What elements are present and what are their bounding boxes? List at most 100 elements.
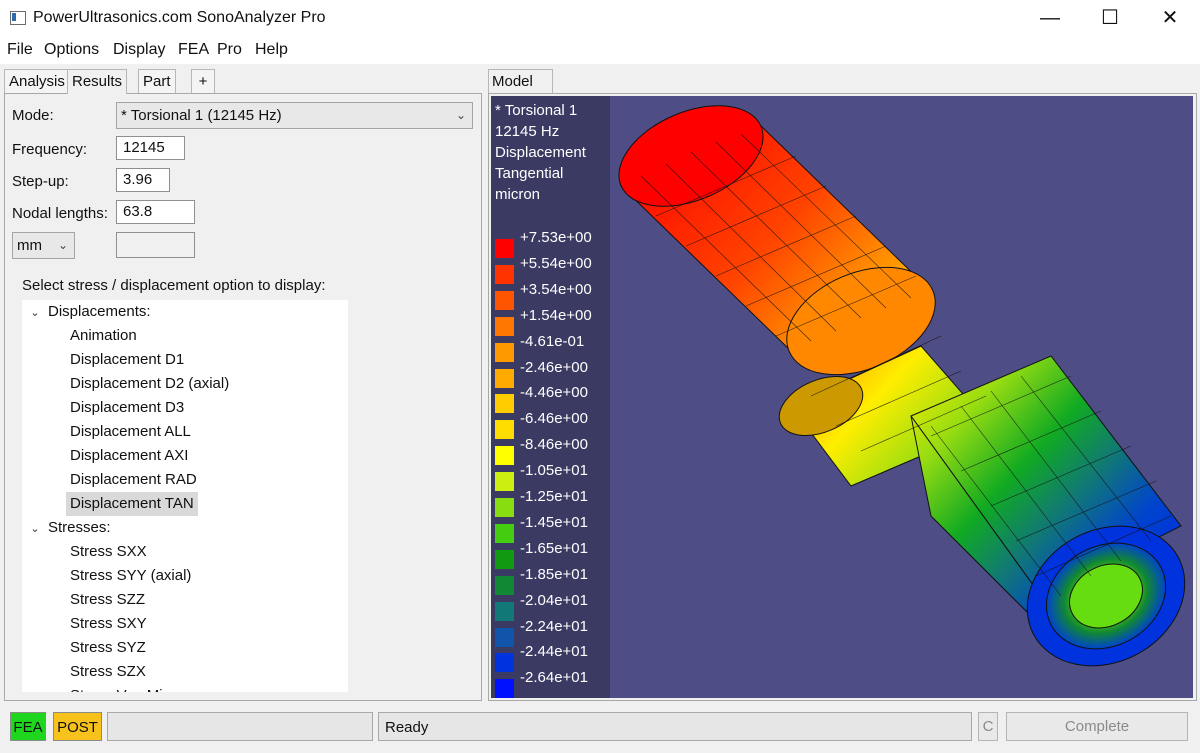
tab-results[interactable]: Results bbox=[67, 69, 128, 94]
minimize-button[interactable]: — bbox=[1020, 0, 1080, 36]
legend-swatch bbox=[495, 498, 514, 517]
tree-group-label: Stresses: bbox=[48, 519, 111, 536]
menu-options[interactable]: Options bbox=[44, 41, 99, 59]
legend-mode: * Torsional 1 bbox=[495, 102, 578, 119]
status-message: Ready bbox=[378, 712, 972, 741]
tree-item-stress-sxx[interactable]: Stress SXX bbox=[66, 540, 151, 564]
tree-item-stress-syy[interactable]: Stress SYY (axial) bbox=[66, 564, 195, 588]
legend-value: -1.65e+01 bbox=[520, 539, 588, 557]
complete-button[interactable]: Complete bbox=[1006, 712, 1188, 741]
legend-component: Tangential bbox=[495, 165, 564, 182]
menu-bar: File Options Display FEA Pro Help bbox=[0, 36, 1200, 64]
tree-item-stress-syz[interactable]: Stress SYZ bbox=[66, 636, 150, 660]
nodal-lengths-field[interactable]: 63.8 bbox=[116, 200, 195, 224]
tree-item-displacement-rad[interactable]: Displacement RAD bbox=[66, 468, 201, 492]
legend-quantity: Displacement bbox=[495, 144, 586, 161]
tree-item-stress-szx[interactable]: Stress SZX bbox=[66, 660, 150, 684]
tab-part-1[interactable]: Part 1 bbox=[138, 69, 176, 114]
legend-swatch bbox=[495, 368, 514, 388]
blank-field[interactable] bbox=[116, 232, 195, 258]
option-tree: ⌄ Displacements: Animation Displacement D… bbox=[22, 300, 348, 692]
mode-label: Mode: bbox=[12, 107, 54, 124]
status-bar: FEA POST Ready C Complete bbox=[0, 707, 1200, 753]
legend-swatch bbox=[495, 316, 514, 336]
fea-badge: FEA bbox=[10, 712, 46, 741]
legend-value: -2.46e+00 bbox=[520, 358, 588, 376]
legend-value: -1.05e+01 bbox=[520, 462, 588, 480]
option-prompt: Select stress / displacement option to d… bbox=[22, 277, 326, 294]
post-badge: POST bbox=[53, 712, 102, 741]
mode-select-value: * Torsional 1 (12145 Hz) bbox=[121, 107, 282, 124]
tab-analysis[interactable]: Analysis bbox=[4, 69, 70, 94]
tree-group-label: Displacements: bbox=[48, 303, 151, 320]
tree-group-displacements[interactable]: ⌄ Displacements: bbox=[22, 300, 151, 325]
chevron-down-icon: ⌄ bbox=[57, 238, 68, 252]
legend-value: -2.24e+01 bbox=[520, 617, 588, 635]
tree-item-displacement-d1[interactable]: Displacement D1 bbox=[66, 348, 188, 372]
title-bar: PowerUltrasonics.com SonoAnalyzer Pro — … bbox=[0, 0, 1200, 36]
legend-swatch bbox=[495, 342, 514, 362]
unit-select[interactable]: mm ⌄ bbox=[12, 232, 75, 259]
legend-swatch bbox=[495, 472, 514, 492]
legend-value: -1.25e+01 bbox=[520, 488, 588, 505]
close-button[interactable]: ✕ bbox=[1140, 0, 1200, 36]
tree-item-displacement-axi[interactable]: Displacement AXI bbox=[66, 444, 192, 468]
window-title: PowerUltrasonics.com SonoAnalyzer Pro bbox=[33, 9, 326, 26]
chevron-down-icon[interactable]: ⌄ bbox=[22, 517, 48, 541]
tree-group-stresses[interactable]: ⌄ Stresses: bbox=[22, 516, 111, 541]
legend-value: -4.61e-01 bbox=[520, 332, 585, 350]
legend-value: -2.04e+01 bbox=[520, 591, 588, 609]
tree-item-stress-von-mises[interactable]: Stress Von Mises bbox=[66, 684, 190, 692]
menu-display[interactable]: Display bbox=[113, 41, 165, 59]
stepup-field[interactable]: 3.96 bbox=[116, 168, 170, 192]
legend-value: -4.46e+00 bbox=[520, 384, 588, 402]
maximize-button[interactable]: ☐ bbox=[1080, 0, 1140, 36]
menu-file[interactable]: File bbox=[7, 41, 33, 59]
chevron-down-icon: ⌄ bbox=[455, 108, 466, 122]
unit-select-value: mm bbox=[17, 237, 42, 254]
tab-add[interactable]: + bbox=[191, 69, 215, 94]
legend-value: -2.44e+01 bbox=[520, 643, 588, 661]
legend-swatch bbox=[495, 601, 514, 621]
legend-swatch bbox=[495, 679, 514, 698]
legend-swatch bbox=[495, 394, 514, 414]
frequency-label: Frequency: bbox=[12, 141, 88, 158]
mode-select[interactable]: * Torsional 1 (12145 Hz) ⌄ bbox=[116, 102, 473, 129]
nodal-lengths-label: Nodal lengths: bbox=[12, 205, 108, 222]
legend-swatch bbox=[495, 575, 514, 595]
menu-fea[interactable]: FEA bbox=[178, 41, 209, 59]
tree-item-displacement-d3[interactable]: Displacement D3 bbox=[66, 396, 188, 420]
menu-pro[interactable]: Pro bbox=[217, 41, 242, 59]
model-viewport[interactable]: * Torsional 1 12145 Hz Displacement Tang… bbox=[491, 96, 1193, 698]
menu-help[interactable]: Help bbox=[255, 41, 288, 59]
legend-swatch bbox=[495, 264, 514, 284]
tree-item-stress-szz[interactable]: Stress SZZ bbox=[66, 588, 149, 612]
app-icon bbox=[10, 11, 26, 25]
legend-value: +3.54e+00 bbox=[520, 280, 592, 298]
legend-unit: micron bbox=[495, 186, 541, 203]
tree-item-displacement-tan[interactable]: Displacement TAN bbox=[66, 492, 198, 516]
legend-value: +5.54e+00 bbox=[520, 254, 592, 272]
progress-field bbox=[107, 712, 373, 741]
tab-model[interactable]: Model bbox=[488, 69, 553, 94]
frequency-field[interactable]: 12145 bbox=[116, 136, 185, 160]
c-button[interactable]: C bbox=[978, 712, 998, 741]
tree-item-animation[interactable]: Animation bbox=[66, 324, 141, 348]
legend-value: -2.64e+01 bbox=[520, 669, 588, 687]
legend-value: +7.53e+00 bbox=[520, 229, 592, 246]
legend-swatch bbox=[495, 290, 514, 310]
legend-frequency: 12145 Hz bbox=[495, 123, 560, 140]
stepup-label: Step-up: bbox=[12, 173, 69, 190]
legend-swatch bbox=[495, 420, 514, 440]
legend-swatch bbox=[495, 446, 514, 466]
legend-swatch bbox=[495, 549, 514, 569]
legend-swatch bbox=[495, 523, 514, 543]
legend-value: -1.85e+01 bbox=[520, 565, 588, 583]
legend-value: +1.54e+00 bbox=[520, 306, 592, 324]
legend-value: -6.46e+00 bbox=[520, 410, 588, 428]
tree-item-displacement-all[interactable]: Displacement ALL bbox=[66, 420, 195, 444]
chevron-down-icon[interactable]: ⌄ bbox=[22, 301, 48, 325]
tree-item-stress-sxy[interactable]: Stress SXY bbox=[66, 612, 151, 636]
tree-item-displacement-d2[interactable]: Displacement D2 (axial) bbox=[66, 372, 233, 396]
legend-swatch bbox=[495, 239, 514, 258]
